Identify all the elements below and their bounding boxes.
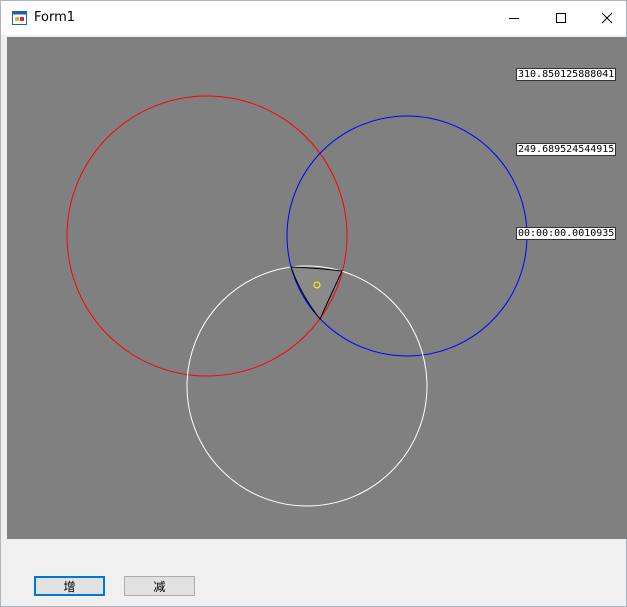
maximize-button[interactable] [538, 1, 583, 35]
drawing-canvas[interactable]: 310.850125888041 249.689524544915 00:00:… [7, 37, 627, 539]
close-icon [601, 12, 612, 24]
form-app-icon [12, 11, 27, 25]
close-button[interactable] [584, 1, 627, 35]
increase-button[interactable]: 增 [34, 576, 105, 596]
readout-value-2: 249.689524544915 [516, 143, 617, 156]
minimize-icon [508, 18, 519, 19]
window-title: Form1 [34, 10, 76, 25]
readout-value-1: 310.850125888041 [516, 68, 617, 81]
form-window: Form1 310.850125888041 249.689524544915 … [0, 0, 627, 607]
red-circle [66, 95, 348, 377]
decrease-button[interactable]: 减 [124, 576, 195, 596]
maximize-icon [555, 13, 566, 23]
readout-elapsed-time: 00:00:00.0010935 [516, 227, 617, 240]
title-bar[interactable]: Form1 [1, 1, 626, 35]
geometry-drawing [66, 95, 528, 507]
minimize-button[interactable] [491, 1, 536, 35]
